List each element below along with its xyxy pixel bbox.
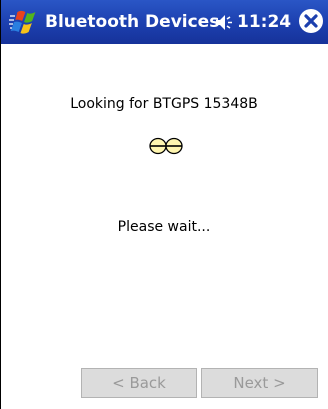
title-bar: Bluetooth Devices 11:24 (1, 0, 328, 44)
close-icon (304, 14, 318, 28)
wait-text: Please wait... (117, 219, 211, 235)
next-button[interactable]: Next > (201, 368, 318, 398)
volume-icon[interactable] (215, 14, 235, 31)
windows-flag-icon[interactable] (9, 8, 39, 36)
status-text: Looking for BTGPS 15348B (70, 96, 258, 112)
looking-eyes-icon (149, 137, 183, 155)
clock[interactable]: 11:24 (237, 12, 291, 32)
window-border (0, 0, 1, 409)
back-button[interactable]: < Back (81, 368, 197, 398)
window-title: Bluetooth Devices (45, 12, 220, 32)
close-button[interactable] (299, 9, 323, 33)
